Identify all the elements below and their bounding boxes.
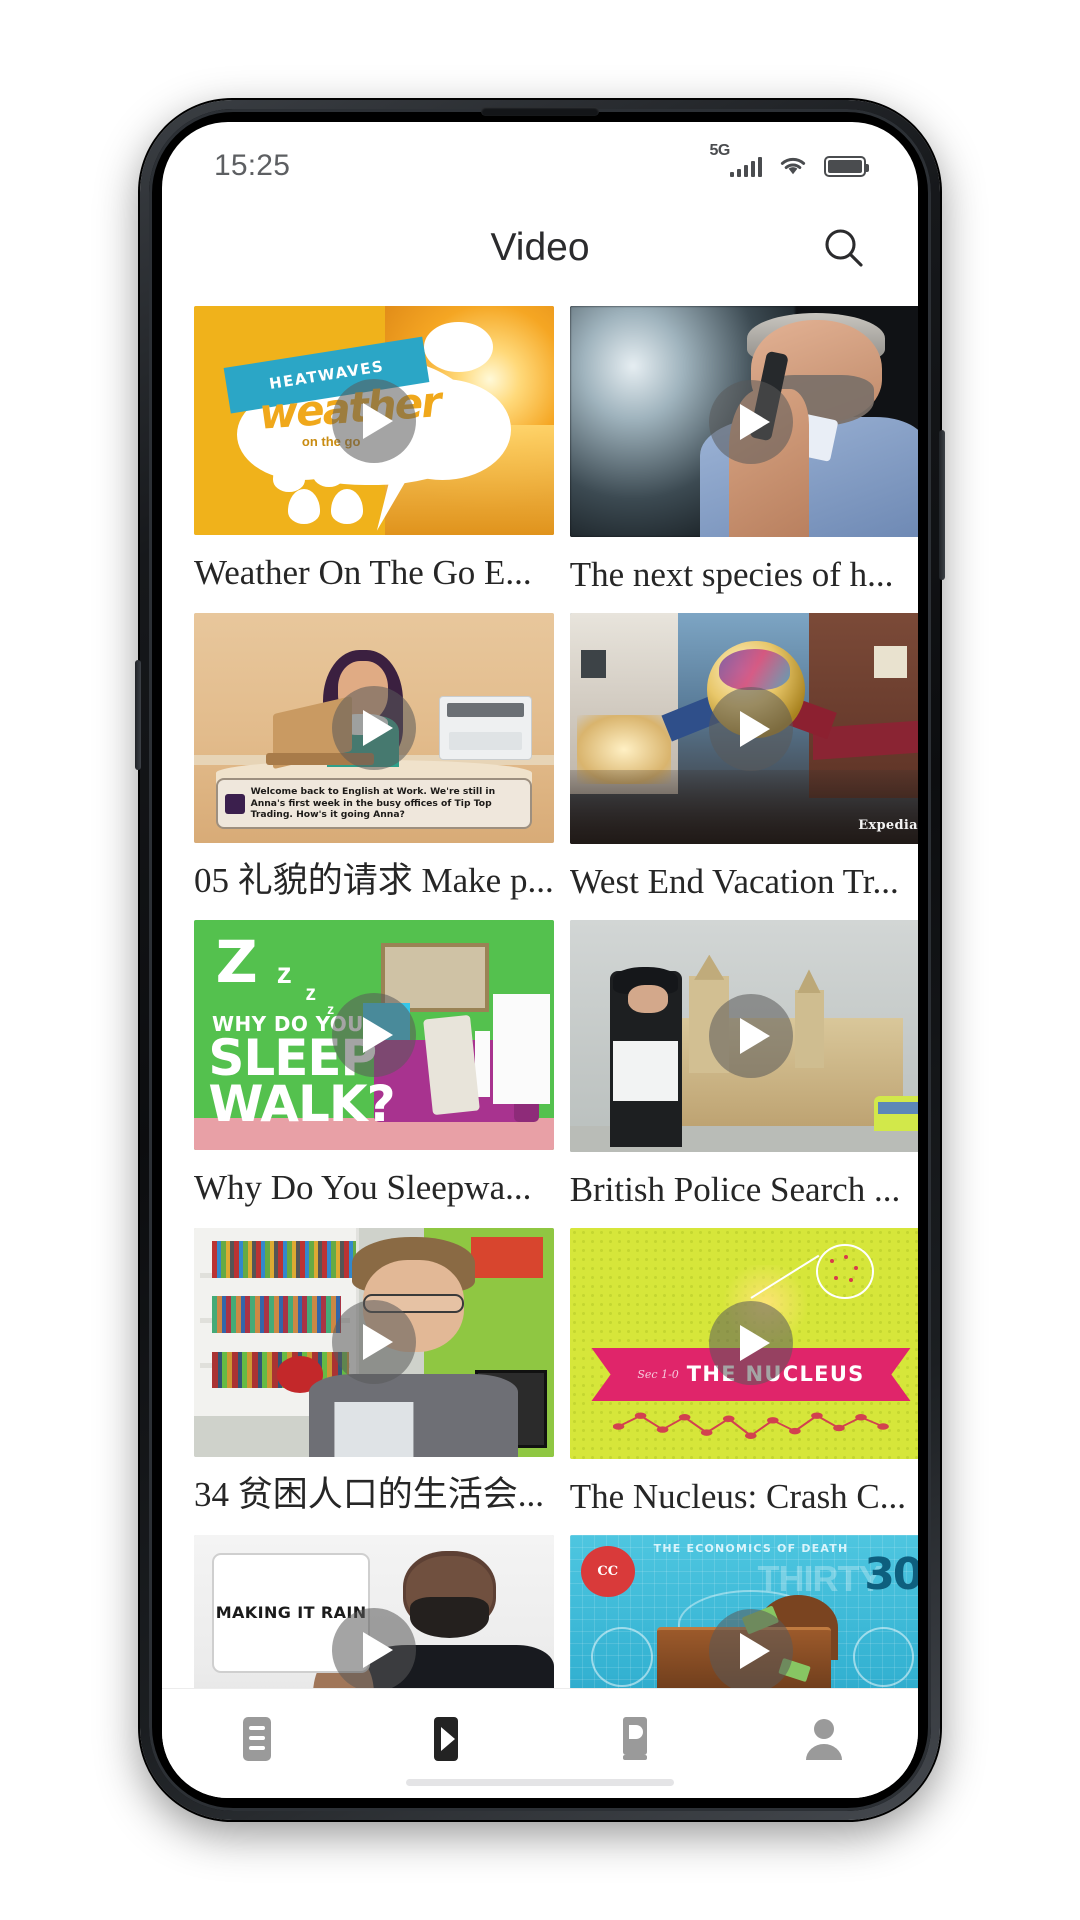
play-button[interactable] [331, 1300, 416, 1385]
video-card[interactable]: British Police Search ... [569, 920, 918, 1227]
video-thumbnail[interactable]: HEATWAVES weather on the go [194, 306, 554, 536]
video-thumbnail[interactable] [569, 920, 918, 1152]
wifi-icon [778, 155, 808, 177]
video-card[interactable]: The next species of h... [569, 306, 918, 613]
thumb-z-letter: Z [215, 927, 258, 996]
video-title: Weather On The Go E... [194, 553, 532, 593]
play-button[interactable] [331, 685, 416, 770]
thumb-section-label: Sec 1-0 [637, 1367, 679, 1381]
video-card[interactable]: MAKING IT RAIN VANITY FAIR NBA Legend Ba… [194, 1534, 554, 1688]
video-title: 34 贫困人口的生活会... [194, 1475, 545, 1514]
network-type-label: 5G [709, 142, 731, 159]
play-button[interactable] [709, 1301, 793, 1386]
signal-bars-icon: 5G [710, 142, 762, 177]
video-thumbnail[interactable]: MAKING IT RAIN VANITY FAIR [194, 1534, 554, 1688]
earpiece-speaker [481, 107, 599, 116]
video-title: British Police Search ... [569, 1169, 901, 1209]
video-card[interactable]: Expedia West End Vacation Tr... [569, 613, 918, 920]
status-clock: 15:25 [214, 149, 291, 182]
video-card[interactable]: 34 贫困人口的生活会... [194, 1227, 554, 1535]
video-thumbnail[interactable]: Sec 1-0 THE NUCLEUS [569, 1227, 918, 1459]
video-title: The next species of h... [569, 555, 894, 595]
phone-device-frame: 15:25 5G Video HEATWAVES on the go Weath… [135, 100, 945, 1820]
video-card[interactable]: Sec 1-0 THE NUCLEUS The Nucleus: Crash C… [569, 1227, 918, 1535]
thumb-header-text: THE ECONOMICS OF DEATH [653, 1542, 849, 1556]
phone-screen: 15:25 5G Video HEATWAVES on the go Weath… [162, 122, 918, 1798]
thumbnail-caption-box: Welcome back to English at Work. We're s… [215, 778, 533, 829]
video-title: The Nucleus: Crash C... [569, 1476, 907, 1516]
tab-dictionary[interactable] [540, 1689, 729, 1788]
play-button[interactable] [709, 379, 793, 464]
tab-video[interactable] [351, 1689, 540, 1788]
video-thumbnail[interactable] [194, 1227, 554, 1457]
screenshot-stage: 15:25 5G Video HEATWAVES on the go Weath… [0, 0, 1080, 1920]
page-title: Video [490, 226, 590, 269]
volume-button[interactable] [939, 430, 945, 580]
play-button[interactable] [331, 993, 416, 1078]
thumb-line3: WALK? [208, 1074, 395, 1133]
play-button[interactable] [331, 378, 416, 463]
tab-news[interactable] [162, 1689, 351, 1788]
news-icon [242, 1716, 271, 1761]
caption-text: Welcome back to English at Work. We're s… [250, 786, 496, 821]
status-icon-group: 5G [710, 142, 869, 177]
thumb-episode-number: 30 [864, 1548, 918, 1600]
home-indicator [406, 1779, 674, 1786]
video-card[interactable]: Welcome back to English at Work. We're s… [194, 613, 554, 920]
profile-icon [805, 1718, 842, 1760]
play-button[interactable] [331, 1607, 416, 1688]
video-thumbnail[interactable]: Welcome back to English at Work. We're s… [194, 613, 554, 843]
video-title: 05 礼貌的请求 Make p... [194, 860, 554, 900]
tv-icon [224, 793, 245, 814]
app-bar: Video [162, 196, 918, 300]
video-thumbnail[interactable] [569, 306, 918, 538]
dictionary-icon [622, 1716, 647, 1760]
tab-profile[interactable] [729, 1689, 918, 1788]
video-card[interactable]: THE ECONOMICS OF DEATH THIRTY 30 CC DEAT… [569, 1534, 918, 1688]
video-icon [433, 1716, 458, 1761]
play-button[interactable] [709, 994, 793, 1079]
expedia-watermark: Expedia [858, 817, 918, 833]
power-button[interactable] [135, 660, 141, 770]
video-thumbnail[interactable]: Z zzz WHY DO YOU SLEEP WALK? [194, 920, 554, 1150]
video-grid: HEATWAVES weather on the go [162, 306, 918, 1688]
video-card[interactable]: Z zzz WHY DO YOU SLEEP WALK? Why Do You … [194, 920, 554, 1227]
play-button[interactable] [709, 686, 793, 771]
video-thumbnail[interactable]: THE ECONOMICS OF DEATH THIRTY 30 CC DEAT… [569, 1534, 918, 1688]
video-thumbnail[interactable]: Expedia [569, 613, 918, 845]
search-icon[interactable] [814, 218, 874, 278]
crash-course-badge: CC [580, 1546, 635, 1598]
video-card[interactable]: HEATWAVES weather on the go [194, 306, 554, 613]
video-title: Why Do You Sleepwa... [194, 1167, 532, 1207]
battery-icon [824, 156, 869, 177]
status-bar: 15:25 5G [162, 122, 918, 196]
video-list-scroll[interactable]: HEATWAVES weather on the go [162, 300, 918, 1688]
video-title: West End Vacation Tr... [569, 862, 899, 902]
play-button[interactable] [709, 1608, 793, 1688]
